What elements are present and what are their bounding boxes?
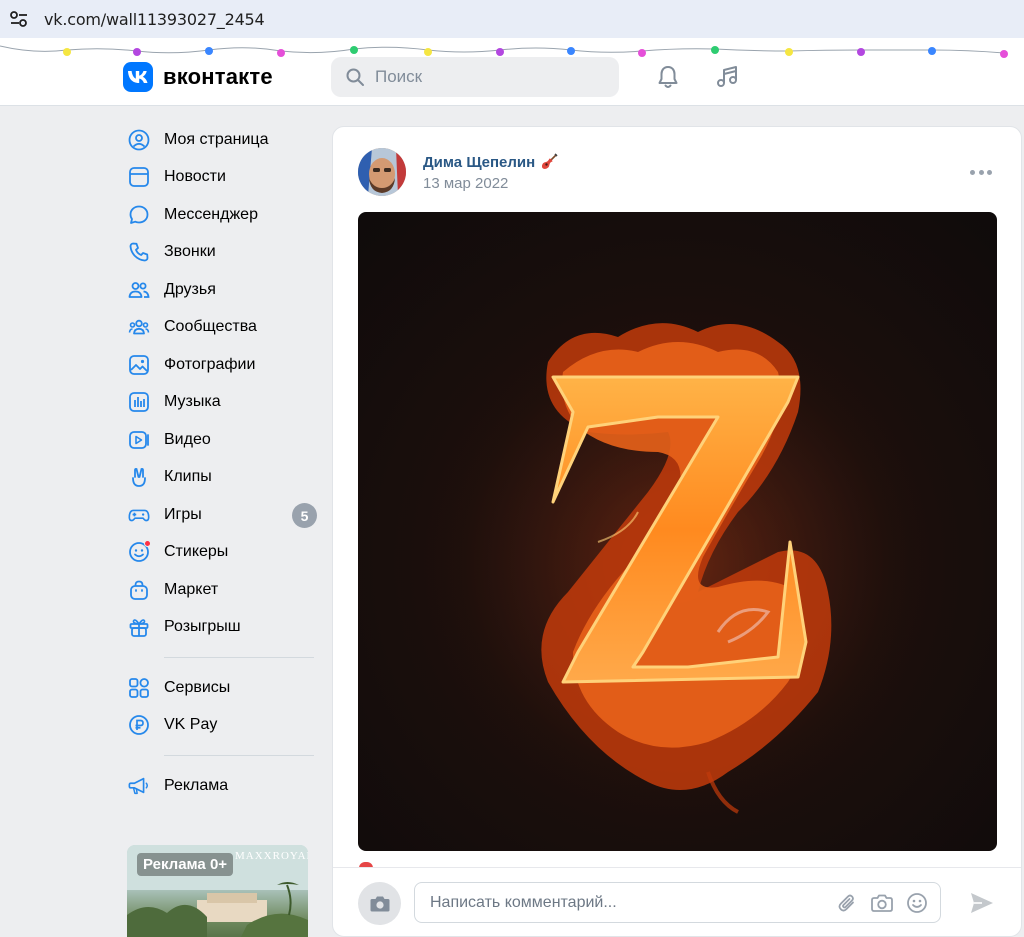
sticker-icon bbox=[128, 540, 151, 563]
sidebar-item-clips[interactable]: Клипы bbox=[120, 459, 320, 497]
search-icon bbox=[345, 67, 365, 87]
sidebar-item-label: Видео bbox=[164, 430, 211, 448]
gamepad-icon bbox=[128, 504, 150, 526]
sidebar-item-market[interactable]: Маркет bbox=[120, 571, 320, 609]
sidebar-item-label: Маркет bbox=[164, 580, 219, 598]
message-icon bbox=[128, 204, 150, 226]
tune-icon[interactable] bbox=[9, 9, 29, 29]
sidebar-item-label: Мессенджер bbox=[164, 205, 258, 223]
author-avatar[interactable] bbox=[358, 148, 406, 196]
sidebar-item-label: Сообщества bbox=[164, 318, 257, 336]
services-grid-icon bbox=[128, 677, 150, 699]
sidebar-item-label: Новости bbox=[164, 168, 226, 186]
browser-address-bar: vk.com/wall11393027_2454 bbox=[0, 0, 1024, 38]
sidebar-item-vkpay[interactable]: VK Pay bbox=[120, 707, 320, 745]
vk-logo-icon bbox=[123, 62, 153, 92]
sidebar-divider bbox=[164, 755, 314, 756]
sidebar-item-music[interactable]: Музыка bbox=[120, 384, 320, 422]
phone-icon bbox=[128, 241, 150, 263]
sidebar-item-label: Игры bbox=[164, 505, 202, 523]
sidebar-item-label: VK Pay bbox=[164, 716, 218, 734]
sidebar-item-label: Клипы bbox=[164, 468, 212, 486]
sidebar-item-stickers[interactable]: Стикеры bbox=[120, 534, 320, 572]
sidebar-item-communities[interactable]: Сообщества bbox=[120, 309, 320, 347]
smile-icon[interactable] bbox=[905, 891, 929, 915]
top-header: вконтакте Поиск bbox=[0, 38, 1024, 106]
url-text[interactable]: vk.com/wall11393027_2454 bbox=[44, 10, 265, 29]
camera-avatar-icon[interactable] bbox=[358, 882, 401, 925]
wall-post: Дима Щепелин 13 мар 2022 Написать коммен… bbox=[332, 126, 1022, 937]
sidebar-item-my-page[interactable]: Моя страница bbox=[120, 121, 320, 159]
ruble-icon bbox=[128, 714, 150, 736]
photos-icon bbox=[128, 354, 150, 376]
camera-icon[interactable] bbox=[870, 891, 894, 915]
video-icon bbox=[128, 429, 150, 451]
sidebar-item-label: Звонки bbox=[164, 243, 216, 261]
market-bag-icon bbox=[128, 579, 150, 601]
guitar-icon bbox=[540, 153, 558, 171]
flaming-letter-z-image[interactable] bbox=[358, 212, 997, 851]
comment-composer: Написать комментарий... bbox=[333, 869, 1021, 937]
bell-icon[interactable] bbox=[653, 62, 683, 92]
gift-icon bbox=[128, 616, 150, 638]
music-icon bbox=[128, 391, 150, 413]
sidebar-item-photos[interactable]: Фотографии bbox=[120, 346, 320, 384]
left-sidebar: Моя страница Новости Мессенджер Звонки Д… bbox=[120, 121, 320, 805]
sidebar-item-label: Музыка bbox=[164, 393, 221, 411]
sidebar-item-messenger[interactable]: Мессенджер bbox=[120, 196, 320, 234]
search-placeholder: Поиск bbox=[375, 67, 423, 86]
author-name-link[interactable]: Дима Щепелин bbox=[423, 153, 558, 171]
sidebar-item-calls[interactable]: Звонки bbox=[120, 234, 320, 272]
sidebar-item-friends[interactable]: Друзья bbox=[120, 271, 320, 309]
sidebar-item-label: Стикеры bbox=[164, 543, 229, 561]
sidebar-item-label: Моя страница bbox=[164, 130, 269, 148]
sidebar-divider bbox=[164, 657, 314, 658]
send-icon[interactable] bbox=[969, 890, 995, 916]
ad-brand: MAXXROYAL bbox=[235, 850, 308, 862]
post-divider bbox=[333, 867, 1021, 868]
search-input[interactable]: Поиск bbox=[331, 57, 619, 97]
paperclip-icon[interactable] bbox=[835, 891, 859, 915]
comment-placeholder: Написать комментарий... bbox=[430, 893, 617, 911]
sidebar-item-video[interactable]: Видео bbox=[120, 421, 320, 459]
newsfeed-icon bbox=[128, 166, 150, 188]
ad-label: Реклама 0+ bbox=[137, 853, 234, 876]
sidebar-item-news[interactable]: Новости bbox=[120, 159, 320, 197]
ad-banner[interactable]: Реклама 0+ MAXXROYAL bbox=[127, 845, 308, 937]
user-circle-icon bbox=[128, 129, 150, 151]
more-options-icon[interactable] bbox=[970, 168, 992, 176]
friends-icon bbox=[128, 279, 150, 301]
sidebar-item-label: Розыгрыш bbox=[164, 618, 241, 636]
music-note-icon[interactable] bbox=[712, 62, 742, 92]
sidebar-item-games[interactable]: Игры 5 bbox=[120, 496, 320, 534]
games-count-badge: 5 bbox=[292, 503, 317, 528]
vk-logo[interactable]: вконтакте bbox=[123, 62, 273, 92]
sidebar-item-services[interactable]: Сервисы bbox=[120, 669, 320, 707]
sidebar-item-label: Друзья bbox=[164, 280, 216, 298]
author-name: Дима Щепелин bbox=[423, 153, 536, 171]
sidebar-item-giveaway[interactable]: Розыгрыш bbox=[120, 609, 320, 647]
sidebar-item-label: Реклама bbox=[164, 776, 229, 794]
logo-wordmark: вконтакте bbox=[163, 64, 273, 89]
sidebar-item-ads[interactable]: Реклама bbox=[120, 767, 320, 805]
communities-icon bbox=[128, 316, 150, 338]
sidebar-item-label: Сервисы bbox=[164, 678, 231, 696]
megaphone-icon bbox=[128, 775, 150, 797]
clips-icon bbox=[128, 466, 150, 488]
post-date[interactable]: 13 мар 2022 bbox=[423, 175, 508, 192]
sidebar-item-label: Фотографии bbox=[164, 355, 256, 373]
comment-input[interactable]: Написать комментарий... bbox=[414, 882, 941, 923]
